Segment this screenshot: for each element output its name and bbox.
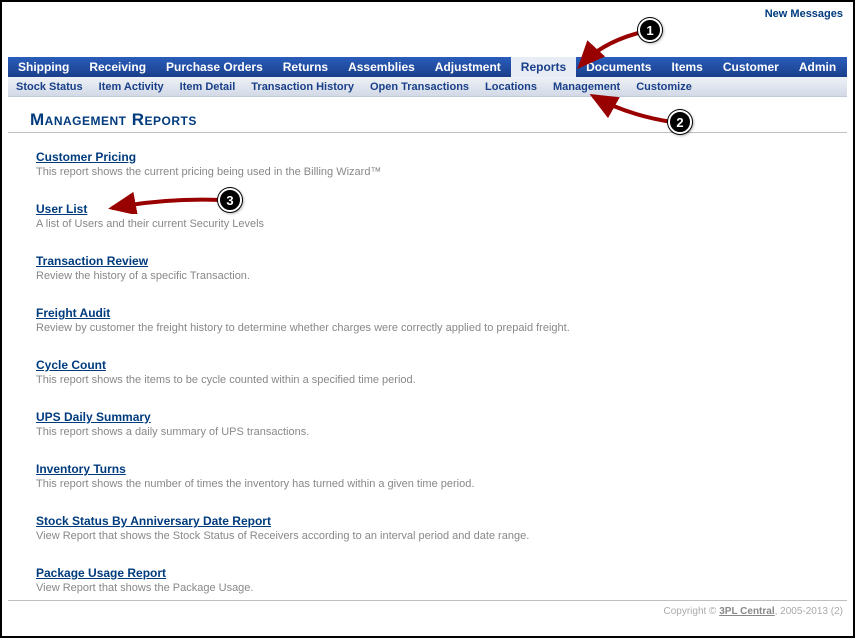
nav-assemblies[interactable]: Assemblies (338, 57, 425, 77)
report-customer-pricing: Customer Pricing This report shows the c… (36, 150, 833, 178)
callout-1: 1 (638, 18, 662, 42)
report-link[interactable]: Transaction Review (36, 254, 148, 268)
sub-nav: Stock Status Item Activity Item Detail T… (8, 77, 847, 97)
footer-post: , 2005-2013 (2) (775, 606, 843, 617)
report-link[interactable]: Package Usage Report (36, 566, 166, 580)
report-link[interactable]: User List (36, 202, 87, 216)
report-stock-status-anniversary: Stock Status By Anniversary Date Report … (36, 514, 833, 542)
footer-pre: Copyright © (663, 606, 719, 617)
footer-divider (8, 600, 847, 601)
report-desc: View Report that shows the Stock Status … (36, 530, 833, 542)
report-package-usage: Package Usage Report View Report that sh… (36, 566, 833, 594)
report-desc: This report shows the current pricing be… (36, 166, 833, 178)
report-inventory-turns: Inventory Turns This report shows the nu… (36, 462, 833, 490)
report-user-list: User List A list of Users and their curr… (36, 202, 833, 230)
report-freight-audit: Freight Audit Review by customer the fre… (36, 306, 833, 334)
report-link[interactable]: Customer Pricing (36, 150, 136, 164)
nav-returns[interactable]: Returns (273, 57, 338, 77)
subnav-locations[interactable]: Locations (477, 78, 545, 96)
subnav-customize[interactable]: Customize (628, 78, 700, 96)
subnav-management[interactable]: Management (545, 78, 628, 96)
subnav-stock-status[interactable]: Stock Status (8, 78, 91, 96)
subnav-open-transactions[interactable]: Open Transactions (362, 78, 477, 96)
nav-reports[interactable]: Reports (511, 57, 576, 77)
subnav-transaction-history[interactable]: Transaction History (243, 78, 362, 96)
footer: Copyright © 3PL Central, 2005-2013 (2) (663, 606, 843, 617)
callout-2: 2 (668, 110, 692, 134)
report-ups-daily-summary: UPS Daily Summary This report shows a da… (36, 410, 833, 438)
nav-purchase-orders[interactable]: Purchase Orders (156, 57, 273, 77)
report-link[interactable]: Cycle Count (36, 358, 106, 372)
report-desc: A list of Users and their current Securi… (36, 218, 833, 230)
report-transaction-review: Transaction Review Review the history of… (36, 254, 833, 282)
report-cycle-count: Cycle Count This report shows the items … (36, 358, 833, 386)
nav-items[interactable]: Items (661, 57, 712, 77)
nav-customer[interactable]: Customer (713, 57, 789, 77)
report-list: Customer Pricing This report shows the c… (36, 150, 833, 618)
report-link[interactable]: UPS Daily Summary (36, 410, 151, 424)
callout-3: 3 (218, 188, 242, 212)
report-link[interactable]: Inventory Turns (36, 462, 126, 476)
report-desc: Review the history of a specific Transac… (36, 270, 833, 282)
nav-documents[interactable]: Documents (576, 57, 661, 77)
report-desc: This report shows the items to be cycle … (36, 374, 833, 386)
nav-shipping[interactable]: Shipping (8, 57, 79, 77)
divider (8, 132, 847, 133)
report-desc: This report shows a daily summary of UPS… (36, 426, 833, 438)
subnav-item-detail[interactable]: Item Detail (172, 78, 244, 96)
nav-receiving[interactable]: Receiving (79, 57, 156, 77)
page-title: Management Reports (30, 110, 197, 130)
report-desc: View Report that shows the Package Usage… (36, 582, 833, 594)
nav-admin[interactable]: Admin (789, 57, 846, 77)
report-link[interactable]: Stock Status By Anniversary Date Report (36, 514, 271, 528)
new-messages-link[interactable]: New Messages (765, 8, 843, 20)
main-nav: Shipping Receiving Purchase Orders Retur… (8, 57, 847, 77)
subnav-item-activity[interactable]: Item Activity (91, 78, 172, 96)
nav-adjustment[interactable]: Adjustment (425, 57, 511, 77)
report-desc: This report shows the number of times th… (36, 478, 833, 490)
footer-link[interactable]: 3PL Central (719, 606, 774, 617)
report-desc: Review by customer the freight history t… (36, 322, 833, 334)
report-link[interactable]: Freight Audit (36, 306, 110, 320)
